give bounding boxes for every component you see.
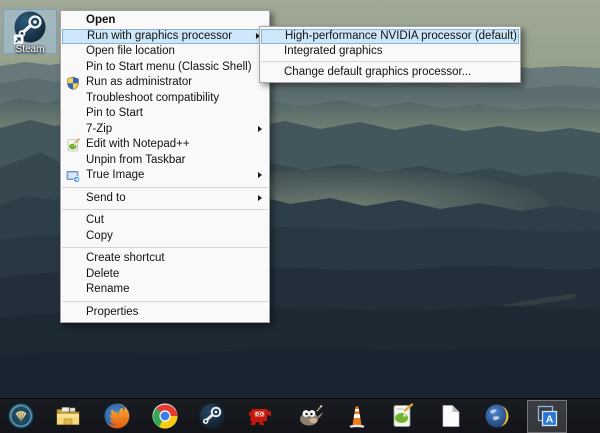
desktop-screen: Steam Open Run with graphics processor O… <box>0 0 600 433</box>
desktop-icon-label: Steam <box>3 44 57 55</box>
firefox-icon[interactable] <box>103 402 131 430</box>
menu-separator <box>62 187 268 188</box>
gimp-icon[interactable] <box>296 402 324 430</box>
acronis-active-highlight: A <box>527 400 567 433</box>
submenu-arrow-icon <box>258 172 262 178</box>
submenu-item-high-performance-nvidia[interactable]: High-performance NVIDIA processor (defau… <box>261 29 519 44</box>
menu-item-run-as-administrator[interactable]: Run as administrator <box>61 75 269 91</box>
svg-text:A: A <box>546 414 554 426</box>
menu-item-7zip[interactable]: 7-Zip <box>61 122 269 138</box>
menu-item-edit-with-notepad-plus-plus[interactable]: Edit with Notepad++ <box>61 137 269 153</box>
menu-item-run-with-graphics-processor[interactable]: Run with graphics processor <box>62 29 268 45</box>
menu-separator <box>62 301 268 302</box>
context-menu: Open Run with graphics processor Open fi… <box>60 10 270 323</box>
menu-item-troubleshoot-compatibility[interactable]: Troubleshoot compatibility <box>61 91 269 107</box>
taskbar: A <box>0 398 600 433</box>
vlc-icon[interactable] <box>343 402 371 430</box>
menu-item-rename[interactable]: Rename <box>61 282 269 298</box>
classic-shell-start-button[interactable] <box>7 402 35 430</box>
web-browser-globe-icon[interactable] <box>484 402 512 430</box>
menu-separator <box>62 247 268 248</box>
submenu-arrow-icon <box>258 126 262 132</box>
submenu-arrow-icon <box>258 195 262 201</box>
file-explorer-icon[interactable] <box>54 402 82 430</box>
menu-item-open[interactable]: Open <box>61 13 269 29</box>
menu-item-cut[interactable]: Cut <box>61 213 269 229</box>
desktop-icon-steam[interactable]: Steam <box>3 9 57 54</box>
menu-item-delete[interactable]: Delete <box>61 267 269 283</box>
submenu-item-change-default-graphics-processor[interactable]: Change default graphics processor... <box>260 65 520 80</box>
menu-item-copy[interactable]: Copy <box>61 229 269 245</box>
menu-separator <box>261 61 519 62</box>
chrome-icon[interactable] <box>151 402 179 430</box>
menu-item-pin-to-start[interactable]: Pin to Start <box>61 106 269 122</box>
menu-separator <box>62 209 268 210</box>
uac-shield-icon <box>66 76 80 90</box>
notepad-plus-plus-icon <box>66 138 80 152</box>
menu-item-open-file-location[interactable]: Open file location <box>61 44 269 60</box>
menu-item-send-to[interactable]: Send to <box>61 191 269 207</box>
libreoffice-icon[interactable] <box>436 402 464 430</box>
acronis-true-image-icon[interactable]: A <box>533 403 561 431</box>
menu-item-unpin-from-taskbar[interactable]: Unpin from Taskbar <box>61 153 269 169</box>
true-image-icon <box>66 169 80 183</box>
notepad-plus-plus-icon[interactable] <box>388 402 416 430</box>
submenu-item-integrated-graphics[interactable]: Integrated graphics <box>260 44 520 59</box>
menu-item-properties[interactable]: Properties <box>61 305 269 321</box>
menu-item-true-image[interactable]: True Image <box>61 168 269 184</box>
menu-item-create-shortcut[interactable]: Create shortcut <box>61 251 269 267</box>
super-meat-boy-icon[interactable] <box>246 402 274 430</box>
steam-taskbar-icon[interactable] <box>198 402 226 430</box>
graphics-processor-submenu: High-performance NVIDIA processor (defau… <box>259 26 521 83</box>
menu-item-pin-to-start-menu-classic-shell[interactable]: Pin to Start menu (Classic Shell) <box>61 60 269 76</box>
